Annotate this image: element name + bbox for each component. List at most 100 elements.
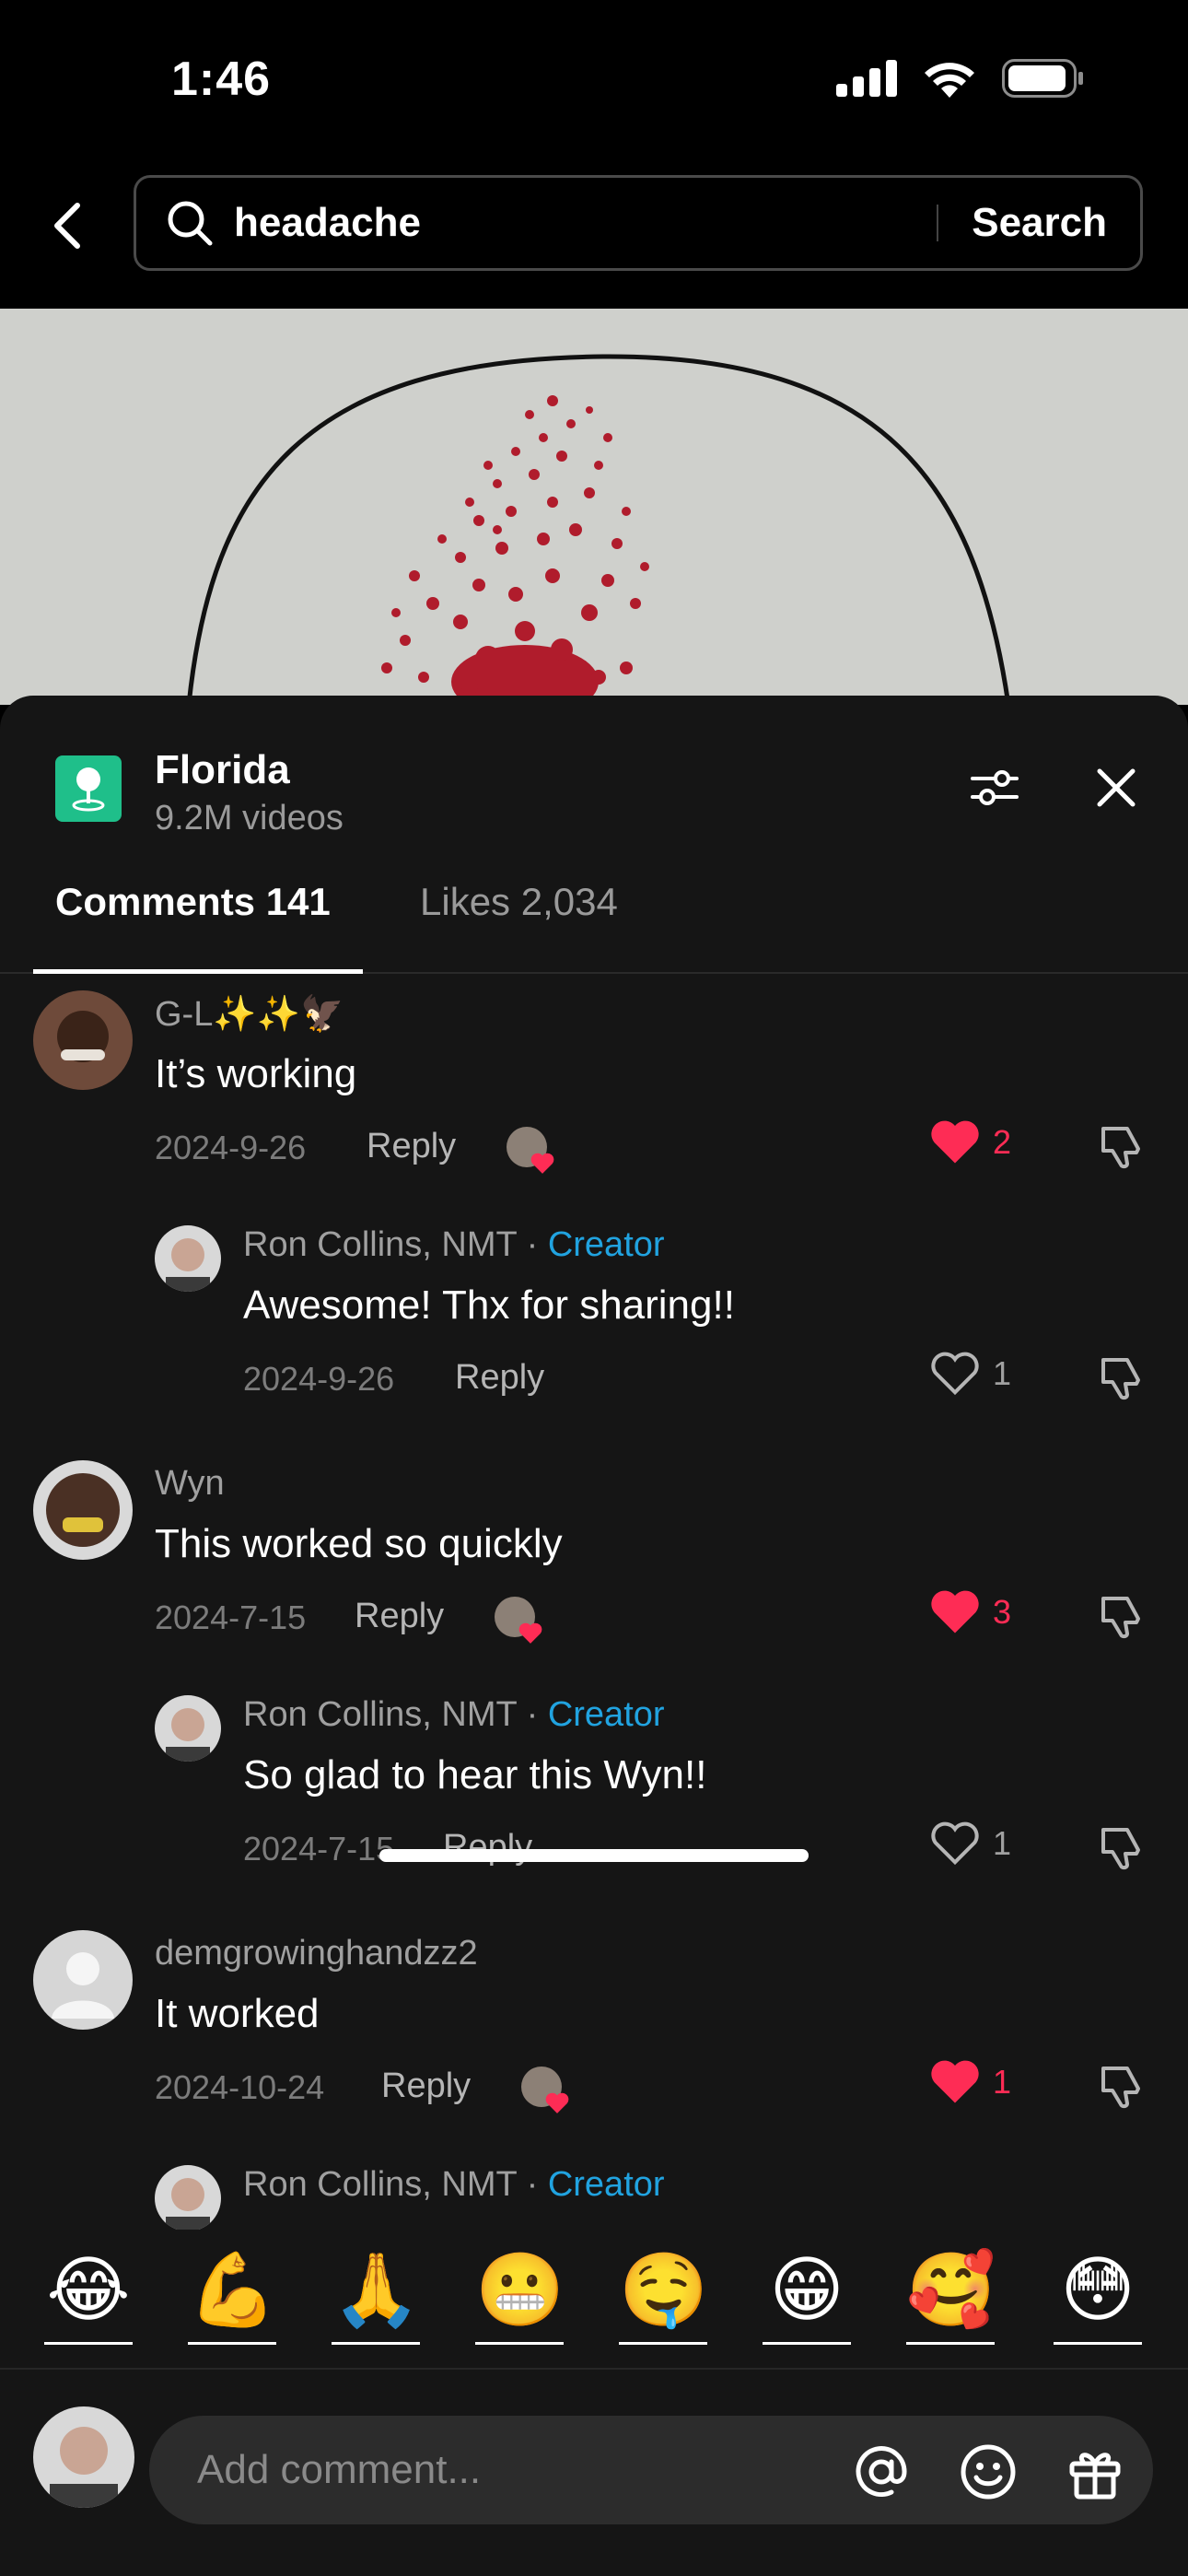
avatar[interactable]: [33, 1460, 133, 1560]
heart-filled-icon: [931, 2060, 979, 2103]
like-count: 2: [993, 1123, 1012, 1161]
comment-username[interactable]: Wyn: [155, 1464, 225, 1504]
mention-icon[interactable]: [851, 2441, 912, 2502]
emoji-button[interactable]: 😂: [44, 2243, 133, 2345]
comment-username[interactable]: Ron Collins, NMT · Creator: [243, 1225, 665, 1265]
back-button[interactable]: [39, 193, 94, 258]
emoji-button[interactable]: 🤤: [619, 2243, 708, 2345]
comment-username[interactable]: G-L✨✨🦅: [155, 994, 344, 1035]
emoji-button[interactable]: 💪: [188, 2243, 277, 2345]
like-button[interactable]: 1: [930, 1821, 1011, 1867]
like-count: 3: [993, 1593, 1012, 1631]
reply-button[interactable]: Reply: [381, 2067, 471, 2106]
reply-button[interactable]: Reply: [455, 1358, 544, 1398]
dislike-icon[interactable]: [1096, 2061, 1146, 2111]
creator-name: Ron Collins, NMT: [243, 1225, 518, 1264]
like-button[interactable]: 3: [930, 1589, 1011, 1635]
dislike-icon[interactable]: [1096, 1352, 1146, 1402]
comment-composer: [0, 2368, 1188, 2576]
gift-icon[interactable]: [1065, 2441, 1125, 2502]
dislike-icon[interactable]: [1096, 1591, 1146, 1641]
comment-text: It’s working: [155, 1051, 357, 1096]
close-icon[interactable]: [1089, 760, 1144, 815]
tab-likes[interactable]: Likes 2,034: [420, 880, 618, 924]
heart-icon: [530, 1153, 554, 1174]
comment-username[interactable]: Ron Collins, NMT · Creator: [243, 1695, 665, 1735]
creator-liked-avatar: [495, 1597, 542, 1644]
comment-date: 2024-7-15: [155, 1598, 307, 1636]
creator-badge: Creator: [547, 2165, 665, 2204]
like-count: 1: [993, 1824, 1012, 1862]
like-button[interactable]: 1: [930, 1351, 1011, 1397]
emoji-button[interactable]: 😁: [763, 2243, 851, 2345]
comments-sheet: Florida 9.2M videos Comments 141 Likes 2…: [0, 696, 1188, 2576]
my-avatar: [33, 2406, 134, 2508]
creator-avatar[interactable]: [155, 2165, 221, 2230]
creator-avatar[interactable]: [155, 1695, 221, 1762]
emoji-button[interactable]: 😳: [1054, 2243, 1142, 2345]
battery-icon: [1002, 59, 1083, 98]
filter-settings-icon[interactable]: [967, 760, 1022, 815]
comment-text: This worked so quickly: [155, 1521, 563, 1566]
tab-comments[interactable]: Comments 141: [55, 880, 331, 924]
location-title: Florida: [155, 747, 290, 792]
separator-dot: ·: [517, 2165, 548, 2204]
separator-dot: ·: [517, 1225, 548, 1264]
comment-username[interactable]: demgrowinghandzz2: [155, 1934, 478, 1973]
like-button[interactable]: 2: [930, 1119, 1011, 1165]
comments-likes-tabs: Comments 141 Likes 2,034: [0, 871, 1188, 974]
comment-reply-item: Ron Collins, NMT · Creator: [0, 2165, 1188, 2230]
comment-date: 2024-9-26: [155, 1129, 307, 1166]
like-button[interactable]: 1: [930, 2059, 1011, 2105]
heart-outline-icon: [931, 1821, 979, 1866]
like-count: 1: [993, 2063, 1012, 2101]
active-tab-indicator: [33, 969, 363, 974]
creator-name: Ron Collins, NMT: [243, 1695, 518, 1734]
creator-name: Ron Collins, NMT: [243, 2165, 518, 2204]
creator-badge: Creator: [547, 1225, 665, 1264]
heart-outline-icon: [931, 1352, 979, 1396]
creator-liked-avatar: [507, 1127, 554, 1174]
like-count: 1: [993, 1354, 1012, 1392]
creator-avatar[interactable]: [155, 1225, 221, 1292]
home-indicator[interactable]: [379, 1849, 809, 1862]
comment-date: 2024-9-26: [243, 1360, 395, 1398]
reply-button[interactable]: Reply: [367, 1127, 456, 1166]
cellular-signal-icon: [836, 60, 897, 97]
search-header: headache Search: [0, 157, 1188, 309]
comment-text: Awesome! Thx for sharing!!: [243, 1282, 735, 1328]
heart-filled-icon: [931, 1590, 979, 1633]
status-bar: 1:46: [0, 0, 1188, 157]
creator-liked-avatar: [521, 2067, 569, 2113]
dislike-icon[interactable]: [1096, 1121, 1146, 1171]
heart-icon: [518, 1622, 542, 1644]
comment-text: It worked: [155, 1991, 320, 2036]
emoji-button[interactable]: 🥰: [906, 2243, 996, 2345]
location-header[interactable]: Florida 9.2M videos: [0, 696, 1188, 843]
default-avatar[interactable]: [33, 1930, 133, 2030]
emoji-button[interactable]: 😬: [475, 2243, 565, 2345]
video-preview[interactable]: [0, 309, 1188, 705]
emoji-picker-icon[interactable]: [958, 2441, 1019, 2502]
comment-username[interactable]: Ron Collins, NMT · Creator: [243, 2165, 665, 2205]
chevron-left-icon: [54, 203, 80, 249]
video-frame-illustration: [0, 309, 1188, 705]
avatar[interactable]: [33, 990, 133, 1090]
search-bar[interactable]: headache Search: [134, 175, 1143, 271]
search-query-text[interactable]: headache: [234, 200, 937, 246]
status-icons: [836, 59, 1085, 98]
search-button[interactable]: Search: [938, 200, 1140, 246]
comment-date: 2024-10-24: [155, 2068, 325, 2106]
separator-dot: ·: [517, 1695, 548, 1734]
comment-text: So glad to hear this Wyn!!: [243, 1752, 707, 1797]
location-pin-icon: [55, 755, 122, 822]
heart-filled-icon: [931, 1120, 979, 1164]
dislike-icon[interactable]: [1096, 1822, 1146, 1872]
creator-badge: Creator: [547, 1695, 665, 1734]
reply-button[interactable]: Reply: [355, 1597, 444, 1636]
search-icon: [168, 201, 213, 246]
emoji-button[interactable]: 🙏: [332, 2243, 421, 2345]
heart-icon: [545, 2092, 569, 2113]
emoji-quick-bar: 😂 💪 🙏 😬 🤤 😁 🥰 😳: [0, 2243, 1188, 2354]
wifi-icon: [925, 63, 974, 98]
